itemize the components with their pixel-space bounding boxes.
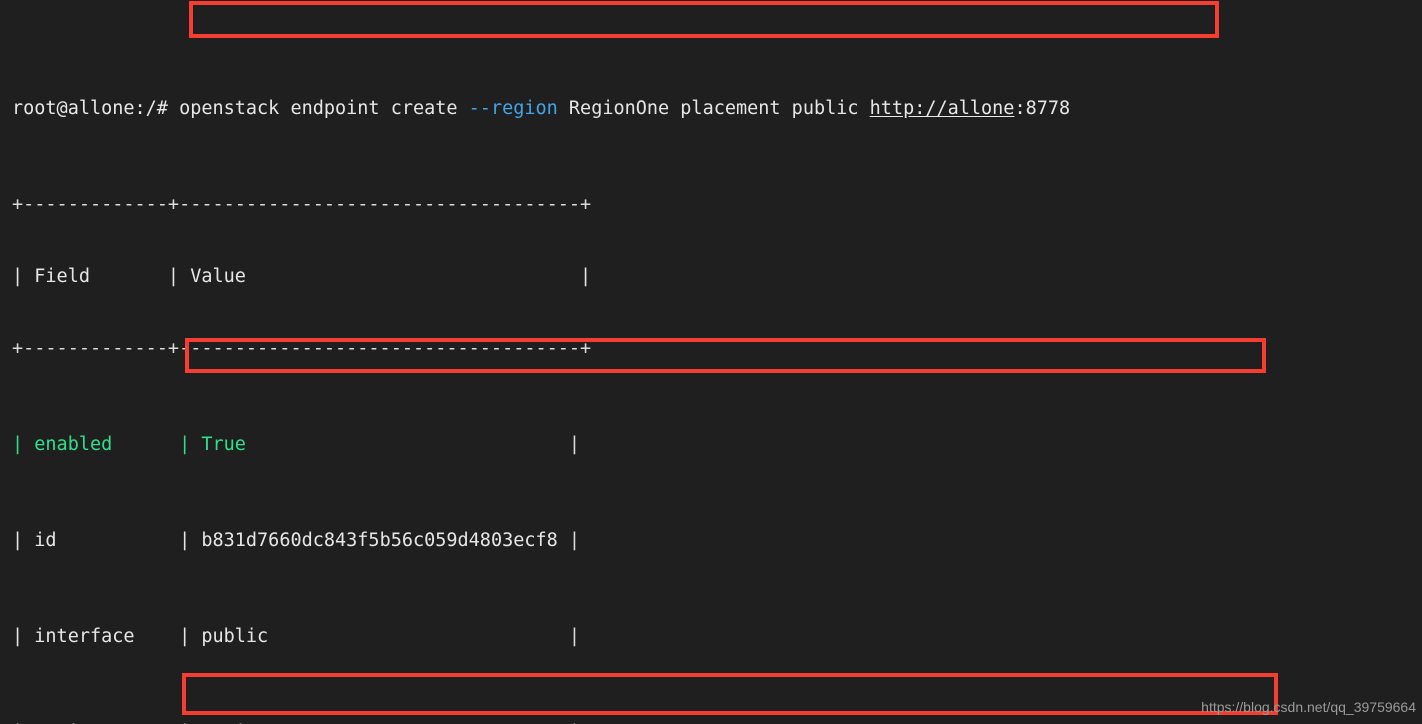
table-top-border-public: +-------------+-------------------------…	[12, 194, 592, 215]
row-value-interface-public: public	[201, 626, 269, 647]
watermark-text: https://blog.csdn.net/qq_39759664	[1201, 699, 1416, 715]
command-args-public: RegionOne placement public	[557, 98, 870, 119]
terminal-window[interactable]: root@allone:/# openstack endpoint create…	[0, 0, 1422, 724]
command-flag-public: --region	[468, 98, 558, 119]
table-row: | enabled | True |	[12, 433, 1092, 457]
row-field-enabled-public: | enabled |	[12, 434, 202, 455]
command-port-public: :8778	[1014, 98, 1071, 119]
table-row: | interface | public |	[12, 625, 1092, 649]
table-row: | id | b831d7660dc843f5b56c059d4803ecf8 …	[12, 529, 1092, 553]
row-value-enabled-public: True	[201, 434, 246, 455]
prompt-line-public: root@allone:/# openstack endpoint create…	[12, 97, 1092, 121]
row-pad-interface-public: |	[268, 626, 581, 647]
row-value-id-public: b831d7660dc843f5b56c059d4803ecf8	[201, 530, 558, 551]
command-url-public[interactable]: http://allone	[870, 98, 1015, 119]
row-field-interface-public: | interface |	[12, 626, 202, 647]
terminal-output: root@allone:/# openstack endpoint create…	[12, 1, 1092, 724]
row-pad-enabled-public: |	[245, 434, 581, 455]
table-header-public: | Field | Value |	[12, 266, 592, 287]
shell-prompt: root@allone:/#	[12, 98, 180, 119]
row-field-id-public: | id |	[12, 530, 202, 551]
row-pad-id-public: |	[557, 530, 581, 551]
table-separator-public: +-------------+-------------------------…	[12, 338, 592, 359]
command-program-public: openstack endpoint create	[179, 98, 469, 119]
